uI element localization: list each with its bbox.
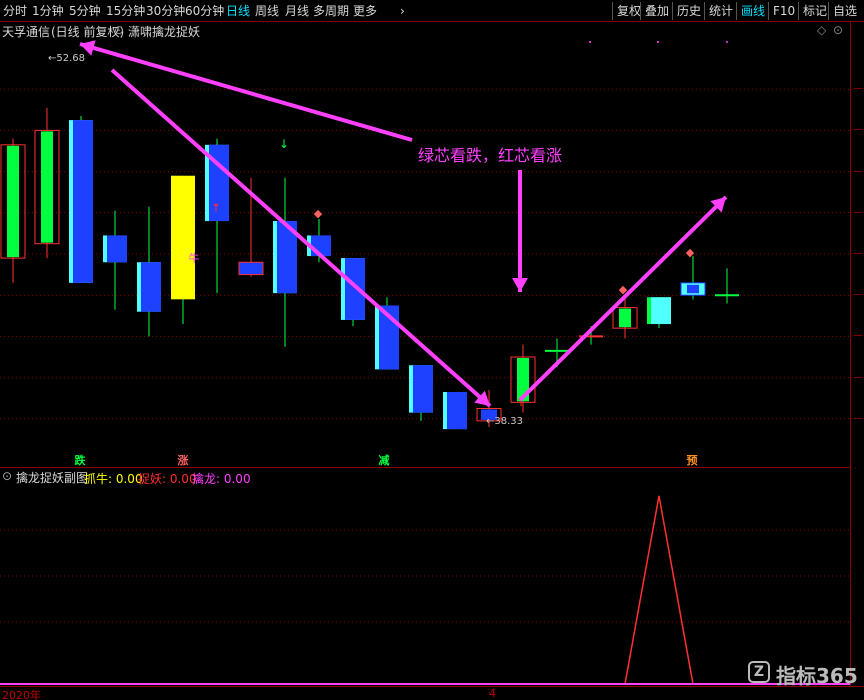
high-price-label: ←52.68: [48, 53, 85, 64]
candle-core: [41, 131, 53, 243]
candle[interactable]: [680, 256, 706, 300]
chevron-right-icon[interactable]: ›: [400, 3, 405, 19]
candle[interactable]: [0, 138, 26, 283]
candle[interactable]: [69, 115, 93, 283]
down-arrow-icon: ↓: [279, 137, 289, 151]
diamond-icon[interactable]: ◇: [817, 23, 826, 37]
signal-die: 跌: [75, 453, 87, 467]
indicator-dropdown-icon[interactable]: ⊙: [114, 23, 124, 37]
subchart-value-1: 捉妖: 0.00: [138, 472, 197, 486]
candle[interactable]: [715, 268, 739, 304]
diamond-icon: ◆: [686, 246, 695, 259]
timeframe-tab-0[interactable]: 分时: [3, 3, 27, 19]
candle[interactable]: [273, 177, 297, 347]
stock-name[interactable]: 天孚通信: [2, 23, 50, 40]
candle-core: [345, 258, 365, 320]
candle-core: [687, 284, 699, 294]
subchart-title: ⊙ 擒龙捉妖副图 抓牛: 0.00 捉妖: 0.00 擒龙: 0.00: [0, 468, 850, 486]
candle-core: [107, 235, 127, 263]
toolbar-button-0[interactable]: 复权: [612, 2, 641, 20]
price-tick: —: [853, 412, 863, 424]
date-axis: 2020年 4: [0, 686, 864, 700]
chart-title-bar: 天孚通信 (日线 前复权) ⊙ 潇啸擒龙捉妖 ◇ ⊙: [0, 22, 850, 40]
watermark-text: 指标365: [776, 664, 858, 688]
signal-jian: 减: [379, 453, 390, 467]
toolbar-button-3[interactable]: 统计: [704, 2, 733, 20]
zhuoyao-series-line: [13, 495, 727, 685]
arrow-head-icon: [512, 278, 528, 292]
candle-core: [7, 145, 19, 258]
marker-dot: [726, 41, 728, 43]
signal-niu: 牛: [189, 251, 200, 265]
marker-dot: [589, 41, 591, 43]
candle[interactable]: [103, 210, 127, 310]
price-tick: —: [853, 206, 863, 218]
annotation-arrow: [110, 68, 492, 408]
timeframe-tab-5[interactable]: 60分钟: [185, 3, 224, 19]
subchart-indicator[interactable]: [0, 486, 850, 686]
candle-body: [238, 261, 264, 276]
expand-icon[interactable]: ⊙: [833, 23, 843, 37]
signal-zhang: 涨: [178, 453, 189, 467]
month-label: 4: [489, 687, 496, 700]
candle-core: [651, 297, 671, 325]
toolbar-button-6[interactable]: 标记: [798, 2, 827, 20]
subchart-name[interactable]: 擒龙捉妖副图: [16, 469, 88, 486]
candle[interactable]: [34, 107, 60, 259]
timeframe-tab-8[interactable]: 月线: [285, 3, 309, 19]
candle[interactable]: [409, 365, 433, 421]
timeframe-tab-1[interactable]: 1分钟: [32, 3, 64, 19]
candle-core: [413, 365, 433, 413]
toolbar-button-1[interactable]: 叠加: [640, 2, 669, 20]
price-tick: —: [853, 371, 863, 383]
timeframe-tab-7[interactable]: 周线: [255, 3, 279, 19]
candle-body: [171, 175, 195, 300]
annotation-text: 绿芯看跌，红芯看涨: [418, 146, 562, 165]
timeframe-tab-2[interactable]: 5分钟: [69, 3, 101, 19]
annotation-arrow: [79, 42, 413, 142]
price-tick: —: [853, 165, 863, 177]
toolbar-button-4[interactable]: 画线: [736, 2, 765, 20]
price-tick: —: [853, 248, 863, 259]
subchart-value-2: 擒龙: 0.00: [192, 472, 251, 486]
candle[interactable]: [171, 175, 195, 325]
timeframe-tab-6[interactable]: 日线: [226, 3, 250, 19]
subchart-settings-icon[interactable]: ⊙: [2, 469, 12, 483]
timeframe-toolbar: 分时 1分钟 5分钟 15分钟 30分钟 60分钟 日线 周线 月线 多周期 更多 › 复权 叠加 历史…: [0, 0, 864, 22]
year-label: 2020年: [2, 689, 41, 700]
price-tick: —: [853, 289, 863, 301]
toolbar-button-7[interactable]: 自选: [828, 2, 857, 20]
price-axis[interactable]: — — — — — — — — —: [850, 22, 864, 686]
candle[interactable]: [137, 206, 161, 337]
low-price-label: ←38.33: [486, 416, 523, 427]
price-tick: —: [853, 83, 863, 95]
toolbar-button-5[interactable]: F10: [768, 2, 795, 20]
watermark-logo: Z 指标365: [748, 659, 858, 688]
up-arrow-icon: ↑: [211, 201, 221, 215]
signal-yu: 预: [687, 453, 698, 467]
candle-core: [619, 308, 631, 328]
candle-core: [141, 262, 161, 312]
price-tick: —: [853, 124, 863, 136]
candle-core: [311, 235, 331, 257]
timeframe-tab-3[interactable]: 15分钟: [106, 3, 145, 19]
diamond-icon: ◆: [314, 207, 323, 220]
candle[interactable]: [647, 297, 671, 329]
timeframe-tab-9[interactable]: 多周期: [313, 3, 349, 19]
candle[interactable]: [443, 392, 467, 430]
timeframe-tab-4[interactable]: 30分钟: [146, 3, 185, 19]
subchart-value-0: 抓牛: 0.00: [84, 472, 143, 486]
toolbar-button-2[interactable]: 历史: [672, 2, 701, 20]
timeframe-tab-10[interactable]: 更多: [353, 3, 377, 19]
candle-core: [447, 392, 467, 430]
candlestick-chart[interactable]: ↑↓↑◆◆◆牛←52.68←38.33跌涨减预绿芯看跌，红芯看涨: [0, 40, 850, 468]
marker-dot: [657, 41, 659, 43]
candle-core: [73, 120, 93, 283]
annotation-arrow: [518, 195, 728, 402]
z-logo-icon: Z: [748, 661, 770, 683]
price-tick: —: [853, 330, 863, 342]
indicator-name[interactable]: 潇啸擒龙捉妖: [128, 23, 200, 40]
